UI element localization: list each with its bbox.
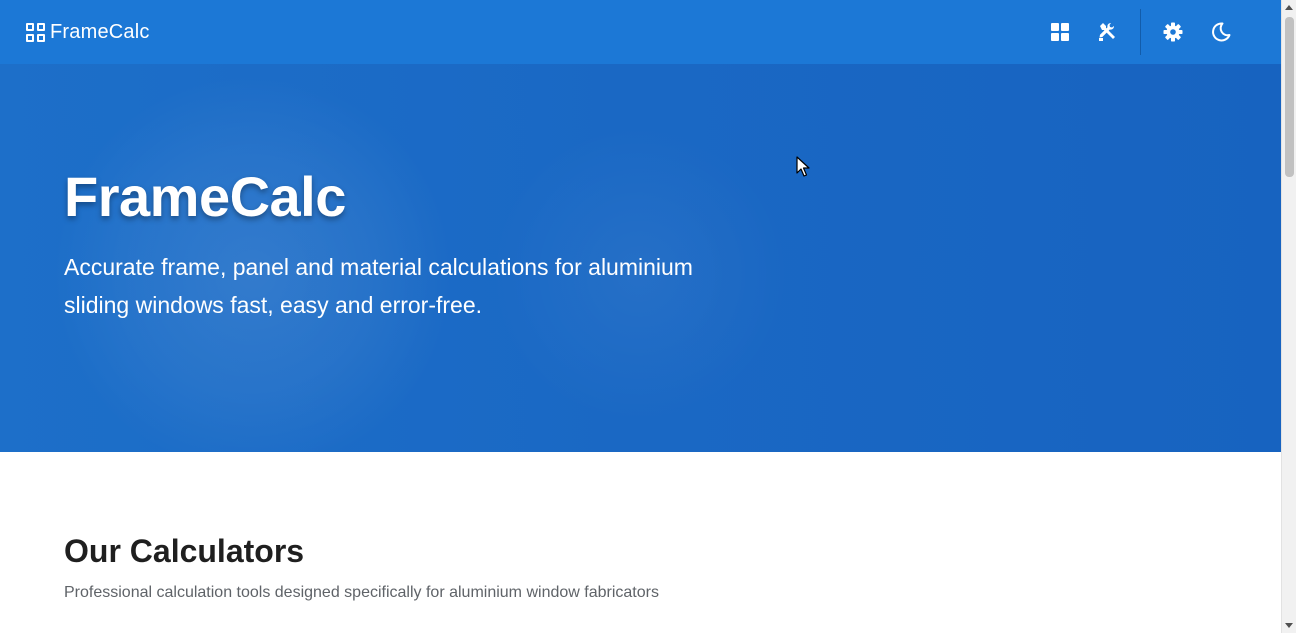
hero-banner: FrameCalc Accurate frame, panel and mate… — [0, 64, 1281, 452]
hero-title: FrameCalc — [64, 165, 346, 228]
nav-actions — [1036, 0, 1245, 64]
grid-logo-icon — [26, 22, 45, 42]
top-navbar: FrameCalc — [0, 0, 1281, 64]
brand-link[interactable]: FrameCalc — [26, 21, 150, 44]
calculators-section-title: Our Calculators — [64, 533, 305, 569]
theme-toggle-button[interactable] — [1197, 8, 1245, 56]
nav-divider — [1140, 9, 1141, 55]
calculators-section-subtitle: Professional calculation tools designed … — [64, 584, 659, 601]
hero-subtitle: Accurate frame, panel and material calcu… — [64, 254, 693, 318]
mouse-cursor-icon — [796, 156, 810, 177]
moon-icon — [1212, 22, 1231, 42]
vertical-scrollbar[interactable] — [1281, 0, 1296, 633]
scrollbar-thumb[interactable] — [1285, 17, 1294, 177]
scroll-down-arrow-icon[interactable] — [1285, 623, 1293, 628]
settings-button[interactable] — [1149, 8, 1197, 56]
scroll-up-arrow-icon[interactable] — [1285, 5, 1293, 10]
dashboard-icon — [1051, 23, 1069, 41]
page: FrameCalc FrameCalc Accurate frame, pane… — [0, 0, 1281, 633]
tools-icon — [1099, 23, 1115, 41]
tools-button[interactable] — [1084, 8, 1132, 56]
gear-icon — [1163, 22, 1183, 42]
dashboard-button[interactable] — [1036, 8, 1084, 56]
brand-name: FrameCalc — [50, 20, 150, 43]
